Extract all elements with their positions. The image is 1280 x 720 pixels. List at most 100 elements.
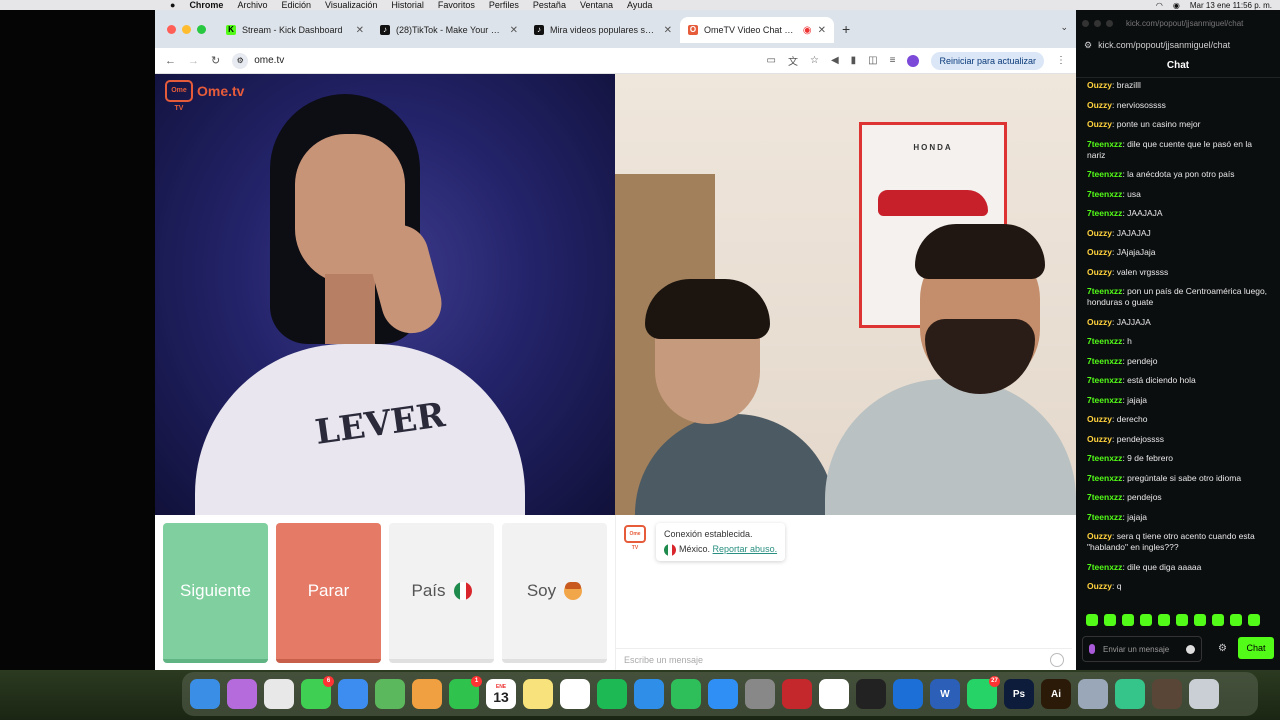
emote-icon[interactable]: [1194, 614, 1206, 626]
menu-item-pestana[interactable]: Pestaña: [533, 0, 566, 10]
maps-icon[interactable]: [375, 679, 405, 709]
tab-close-icon[interactable]: ✕: [356, 25, 364, 36]
zoom-window-button[interactable]: [197, 24, 206, 34]
appstore-icon[interactable]: [708, 679, 738, 709]
emote-icon[interactable]: [1104, 614, 1116, 626]
chat-username[interactable]: 7teenxzz: [1087, 208, 1122, 218]
chat-username[interactable]: 7teenxzz: [1087, 139, 1122, 149]
report-abuse-link[interactable]: Reportar abuso.: [713, 544, 778, 554]
emoji-icon[interactable]: [1186, 644, 1195, 654]
chat-username[interactable]: Ouzzy: [1087, 267, 1112, 277]
photobooth-icon[interactable]: [782, 679, 812, 709]
chat-username[interactable]: Ouzzy: [1087, 80, 1112, 90]
stop-button[interactable]: Parar: [276, 523, 381, 663]
chat-username[interactable]: Ouzzy: [1087, 317, 1112, 327]
freeform-icon[interactable]: [560, 679, 590, 709]
battery-saver-icon[interactable]: ▮: [851, 55, 857, 66]
menu-item-ayuda[interactable]: Ayuda: [627, 0, 652, 10]
messages-icon[interactable]: 6: [301, 676, 334, 709]
wifi-icon[interactable]: ◠: [1156, 1, 1163, 10]
address-bar[interactable]: ⚙ ome.tv: [232, 52, 732, 69]
chat-username[interactable]: Ouzzy: [1087, 247, 1112, 257]
more-menu-icon[interactable]: ⋮: [1056, 55, 1066, 66]
chat-username[interactable]: 7teenxzz: [1087, 453, 1122, 463]
url-text[interactable]: ome.tv: [254, 55, 284, 66]
tab-kick-dashboard[interactable]: K Stream - Kick Dashboard ✕: [218, 17, 372, 43]
control-center-icon[interactable]: ◉: [1173, 1, 1180, 10]
facetime-icon[interactable]: 1: [449, 676, 482, 709]
new-tab-button[interactable]: +: [842, 21, 850, 37]
emoji-picker-icon[interactable]: [1050, 653, 1064, 667]
word-icon[interactable]: W: [930, 679, 960, 709]
cast-icon[interactable]: ▭: [767, 55, 776, 66]
kick-message-input[interactable]: Enviar un mensaje: [1082, 636, 1202, 662]
numbers-icon[interactable]: [671, 679, 701, 709]
menu-item-ventana[interactable]: Ventana: [580, 0, 613, 10]
menubar-clock[interactable]: Mar 13 ene 11:56 p. m.: [1190, 1, 1272, 10]
emote-icon[interactable]: [1212, 614, 1224, 626]
settings-icon[interactable]: [745, 679, 775, 709]
chat-username[interactable]: 7teenxzz: [1087, 492, 1122, 502]
chat-username[interactable]: 7teenxzz: [1087, 512, 1122, 522]
site-settings-icon[interactable]: ⚙: [1084, 40, 1092, 51]
next-button[interactable]: Siguiente: [163, 523, 268, 663]
keynote-icon[interactable]: [634, 679, 664, 709]
forward-icon[interactable]: →: [188, 55, 199, 67]
kick-address-bar[interactable]: ⚙ kick.com/popout/jjsanmiguel/chat: [1076, 36, 1280, 54]
emote-icon[interactable]: [1158, 614, 1170, 626]
emote-icon[interactable]: [1086, 614, 1098, 626]
calendar-icon[interactable]: ENE 13: [486, 679, 516, 709]
finder-icon[interactable]: [190, 679, 220, 709]
chat-username[interactable]: Ouzzy: [1087, 228, 1112, 238]
chrome-icon[interactable]: [264, 679, 294, 709]
chat-username[interactable]: 7teenxzz: [1087, 562, 1122, 572]
chat-username[interactable]: 7teenxzz: [1087, 473, 1122, 483]
xcode-icon[interactable]: [893, 679, 923, 709]
tab-close-icon[interactable]: ✕: [818, 25, 826, 36]
message-input[interactable]: Escribe un mensaje: [616, 648, 1072, 670]
update-restart-button[interactable]: Reiniciar para actualizar: [931, 51, 1044, 70]
chat-username[interactable]: Ouzzy: [1087, 434, 1112, 444]
chat-username[interactable]: 7teenxzz: [1087, 356, 1122, 366]
menu-item-favoritos[interactable]: Favoritos: [438, 0, 475, 10]
gender-button[interactable]: Soy: [502, 523, 607, 663]
chat-username[interactable]: Ouzzy: [1087, 531, 1112, 541]
illustrator-icon[interactable]: Ai: [1041, 679, 1071, 709]
emote-icon[interactable]: [1122, 614, 1134, 626]
obs-icon[interactable]: [856, 679, 886, 709]
chat-username[interactable]: Ouzzy: [1087, 100, 1112, 110]
chat-username[interactable]: 7teenxzz: [1087, 189, 1122, 199]
close-window-button[interactable]: [167, 24, 176, 34]
tab-search-chevron-icon[interactable]: ⌄: [1060, 22, 1068, 33]
mic-icon[interactable]: [1089, 644, 1095, 654]
menu-item-historial[interactable]: Historial: [391, 0, 424, 10]
chat-username[interactable]: 7teenxzz: [1087, 375, 1122, 385]
menu-app-name[interactable]: Chrome: [189, 0, 223, 10]
notes-icon[interactable]: [523, 679, 553, 709]
tab-ometv[interactable]: O OmeTV Video Chat — Om ◉ ✕: [680, 17, 834, 43]
chat-username[interactable]: Ouzzy: [1087, 119, 1112, 129]
chat-username[interactable]: Ouzzy: [1087, 414, 1112, 424]
reading-list-icon[interactable]: ≡: [890, 55, 896, 66]
chat-username[interactable]: 7teenxzz: [1087, 336, 1122, 346]
minimize-window-button[interactable]: [1094, 19, 1101, 27]
extensions-icon[interactable]: ◫: [868, 55, 877, 66]
bookmark-star-icon[interactable]: ☆: [810, 55, 819, 66]
spotify-icon[interactable]: [597, 679, 627, 709]
chat-username[interactable]: Ouzzy: [1087, 581, 1112, 591]
emote-icon[interactable]: [1248, 614, 1260, 626]
tab-close-icon[interactable]: ✕: [664, 25, 672, 36]
photos-icon[interactable]: [412, 679, 442, 709]
chat-username[interactable]: 7teenxzz: [1087, 286, 1122, 296]
photoshop-icon[interactable]: Ps: [1004, 679, 1034, 709]
trash-icon[interactable]: [1189, 679, 1219, 709]
minimize-window-button[interactable]: [182, 24, 191, 34]
menu-item-perfiles[interactable]: Perfiles: [489, 0, 519, 10]
site-info-icon[interactable]: ⚙: [232, 52, 249, 69]
apple-icon[interactable]: ●: [170, 0, 175, 10]
tab-tiktok-popular[interactable]: ♪ Mira videos populares selecc ✕: [526, 17, 680, 43]
emote-icon[interactable]: [1140, 614, 1152, 626]
close-window-button[interactable]: [1082, 19, 1089, 27]
menu-item-visualizacion[interactable]: Visualización: [325, 0, 377, 10]
preview-icon[interactable]: [1078, 679, 1108, 709]
